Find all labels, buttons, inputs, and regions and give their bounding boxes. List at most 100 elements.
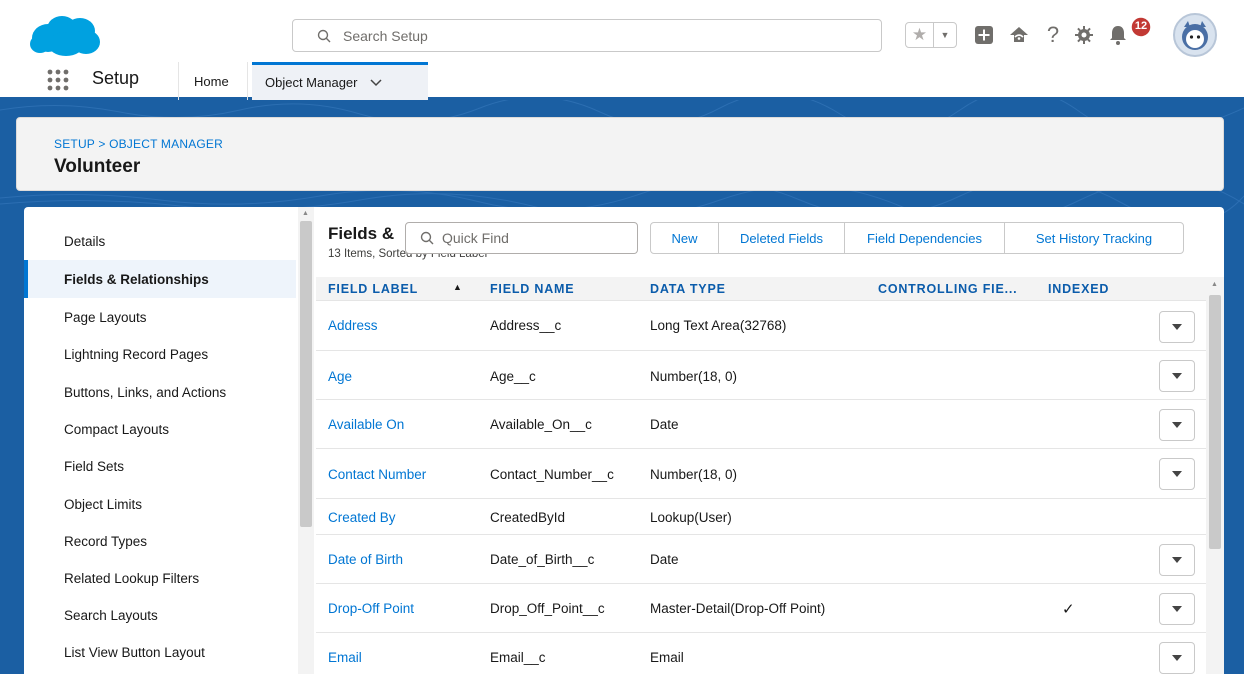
sidebar-item-label: Buttons, Links, and Actions [64, 384, 227, 400]
fields-panel-title: Fields & [328, 224, 395, 243]
sidebar-item-label: Fields & Relationships [64, 271, 209, 287]
field-api-name: Available_On__c [490, 417, 592, 432]
row-actions-dropdown-button[interactable] [1159, 311, 1195, 343]
row-actions-dropdown-button[interactable] [1159, 544, 1195, 576]
chevron-down-icon [1172, 324, 1182, 330]
field-data-type: Master-Detail(Drop-Off Point) [650, 601, 826, 616]
favorites-star-icon[interactable]: ★ [906, 23, 934, 47]
sidebar-item-buttons-links-actions[interactable]: Buttons, Links, and Actions [24, 373, 296, 411]
new-field-button[interactable]: New [651, 223, 719, 253]
field-data-type: Lookup(User) [650, 510, 732, 525]
app-name: Setup [92, 68, 140, 88]
field-api-name: Date_of_Birth__c [490, 552, 595, 567]
sort-ascending-icon[interactable]: ▲ [453, 282, 462, 292]
field-label-link[interactable]: Drop-Off Point [328, 601, 414, 616]
chevron-down-icon [1172, 606, 1182, 612]
quick-find-input[interactable]: Quick Find [405, 222, 638, 254]
global-search-input[interactable]: Search Setup [292, 19, 882, 52]
setup-gear-icon[interactable] [1071, 22, 1097, 48]
field-dependencies-button[interactable]: Field Dependencies [845, 223, 1005, 253]
sidebar-item-label: Details [64, 233, 106, 249]
notification-count: 12 [1134, 20, 1148, 32]
field-api-name: Address__c [490, 318, 562, 333]
table-row: Date of Birth Date_of_Birth__c Date [316, 535, 1206, 584]
sidebar-item-field-sets[interactable]: Field Sets [24, 447, 296, 485]
chevron-down-icon [1172, 373, 1182, 379]
field-label-link[interactable]: Date of Birth [328, 552, 403, 567]
row-actions-dropdown-button[interactable] [1159, 409, 1195, 441]
sidebar-item-fields-relationships[interactable]: Fields & Relationships [24, 260, 296, 298]
sidebar-item-label: Search Layouts [64, 607, 158, 623]
sidebar-scrollbar-thumb[interactable] [300, 221, 312, 527]
notification-count-badge: 12 [1130, 16, 1152, 41]
row-actions-dropdown-button[interactable] [1159, 642, 1195, 674]
deleted-fields-button[interactable]: Deleted Fields [719, 223, 845, 253]
object-manager-content: Details Fields & Relationships Page Layo… [24, 207, 1224, 674]
notifications-bell-icon[interactable] [1105, 22, 1131, 48]
field-data-type: Email [650, 650, 684, 665]
column-header-indexed[interactable]: INDEXED [1048, 282, 1109, 296]
chevron-down-icon [1172, 655, 1182, 661]
field-data-type: Date [650, 552, 679, 567]
chevron-down-icon[interactable] [369, 75, 382, 90]
search-placeholder: Search Setup [343, 27, 428, 44]
row-actions-dropdown-button[interactable] [1159, 593, 1195, 625]
sidebar-item-compact-layouts[interactable]: Compact Layouts [24, 410, 296, 448]
table-row: Contact Number Contact_Number__c Number(… [316, 449, 1206, 499]
object-sidebar: Details Fields & Relationships Page Layo… [24, 207, 296, 674]
field-label-link[interactable]: Age [328, 369, 352, 384]
sidebar-item-list-view-button-layout[interactable]: List View Button Layout [24, 633, 296, 671]
column-header-field-name[interactable]: FIELD NAME [490, 282, 574, 296]
row-actions-dropdown-button[interactable] [1159, 458, 1195, 490]
sidebar-item-related-lookup-filters[interactable]: Related Lookup Filters [24, 559, 296, 597]
sidebar-scrollbar[interactable]: ▲ [298, 207, 314, 674]
table-row: Available On Available_On__c Date [316, 400, 1206, 449]
field-data-type: Number(18, 0) [650, 369, 738, 384]
sidebar-item-label: Compact Layouts [64, 421, 170, 437]
tab-home[interactable]: Home [178, 62, 248, 100]
field-api-name: Email__c [490, 650, 546, 665]
sidebar-item-object-limits[interactable]: Object Limits [24, 485, 296, 523]
field-label-link[interactable]: Email [328, 650, 362, 665]
field-label-link[interactable]: Contact Number [328, 467, 426, 482]
field-label-link[interactable]: Address [328, 318, 378, 333]
global-actions-plus-icon[interactable] [971, 22, 997, 48]
sidebar-item-label: Record Types [64, 533, 148, 549]
tab-object-manager[interactable]: Object Manager [252, 62, 428, 100]
sidebar-item-label: Lightning Record Pages [64, 346, 209, 362]
quick-find-placeholder: Quick Find [442, 230, 509, 246]
sidebar-item-record-types[interactable]: Record Types [24, 522, 296, 560]
chevron-down-icon [1172, 557, 1182, 563]
app-launcher-waffle-icon[interactable] [46, 68, 70, 92]
scroll-up-arrow-icon[interactable]: ▲ [1211, 281, 1218, 288]
fields-table-header: FIELD LABEL ▲ FIELD NAME DATA TYPE CONTR… [316, 277, 1206, 301]
favorites-dropdown-chevron-icon[interactable]: ▼ [934, 23, 956, 47]
sidebar-item-lightning-record-pages[interactable]: Lightning Record Pages [24, 335, 296, 373]
sidebar-item-label: List View Button Layout [64, 644, 205, 660]
chevron-down-icon [1172, 471, 1182, 477]
sidebar-item-search-layouts[interactable]: Search Layouts [24, 596, 296, 634]
column-header-data-type[interactable]: DATA TYPE [650, 282, 726, 296]
table-row: Address Address__c Long Text Area(32768) [316, 302, 1206, 351]
scroll-up-arrow-icon[interactable]: ▲ [302, 210, 309, 217]
column-header-field-label[interactable]: FIELD LABEL [328, 282, 418, 296]
help-question-icon[interactable]: ? [1040, 22, 1066, 48]
sidebar-item-label: Page Layouts [64, 309, 147, 325]
salesforce-cloud-logo[interactable] [26, 14, 102, 58]
table-scrollbar[interactable]: ▲ [1206, 277, 1224, 674]
field-label-link[interactable]: Created By [328, 510, 396, 525]
field-label-link[interactable]: Available On [328, 417, 404, 432]
set-history-tracking-button[interactable]: Set History Tracking [1005, 223, 1183, 253]
fields-action-buttons: New Deleted Fields Field Dependencies Se… [650, 222, 1184, 254]
sidebar-item-details[interactable]: Details [24, 222, 296, 260]
breadcrumb[interactable]: SETUP > OBJECT MANAGER [54, 137, 223, 151]
table-scrollbar-thumb[interactable] [1209, 295, 1221, 549]
table-row: Drop-Off Point Drop_Off_Point__c Master-… [316, 584, 1206, 633]
indexed-checkmark-icon: ✓ [1062, 601, 1075, 618]
column-header-controlling-field[interactable]: CONTROLLING FIE... [878, 282, 1017, 296]
trailhead-guidance-icon[interactable] [1006, 22, 1032, 48]
user-avatar[interactable] [1173, 13, 1217, 57]
row-actions-dropdown-button[interactable] [1159, 360, 1195, 392]
sidebar-item-page-layouts[interactable]: Page Layouts [24, 298, 296, 336]
field-api-name: CreatedById [490, 510, 566, 525]
